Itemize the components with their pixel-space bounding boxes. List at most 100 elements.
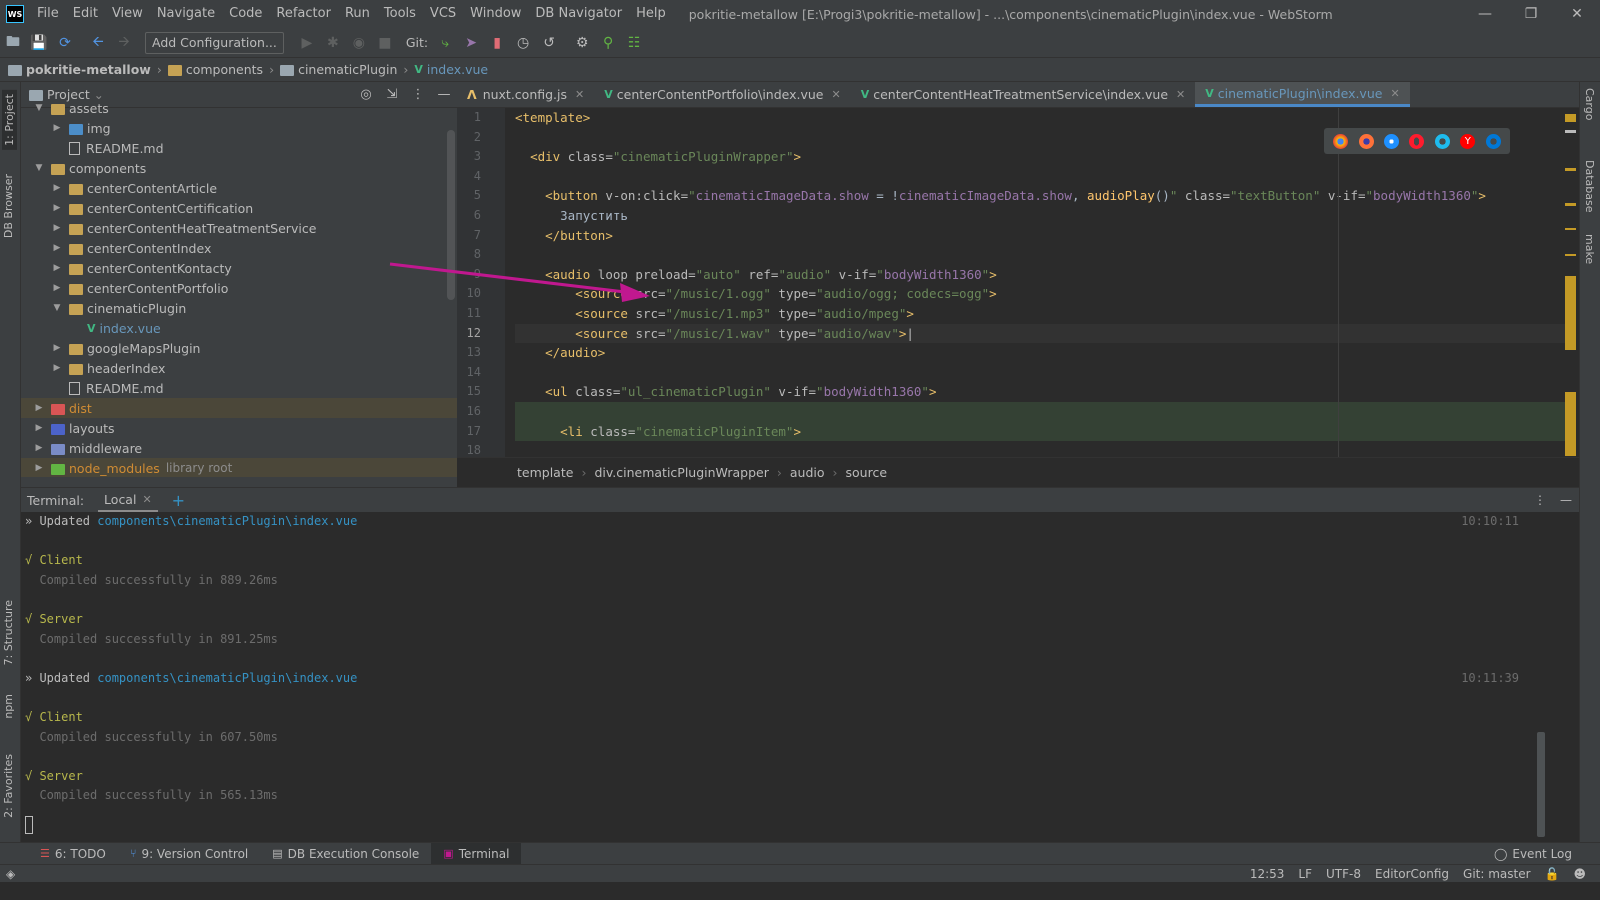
close-icon[interactable]: ✕ (142, 493, 151, 506)
bottom-tab-term[interactable]: ▣ Terminal (431, 842, 522, 865)
terminal-tab-local[interactable]: Local ✕ (98, 488, 158, 512)
tree-node[interactable]: README.md (21, 378, 457, 398)
tree-node[interactable]: README.md (21, 138, 457, 158)
line-number[interactable]: 11 (457, 304, 505, 324)
marker[interactable] (1565, 276, 1576, 350)
editor-tab[interactable]: VcenterContentPortfolio\index.vue ✕ (594, 82, 850, 107)
tool-tab-favorites[interactable]: 2: Favorites (2, 754, 15, 818)
editor-tab[interactable]: Λnuxt.config.js ✕ (457, 82, 594, 107)
terminal-file-link[interactable]: components\cinematicPlugin\index.vue (97, 671, 357, 685)
chevron-right-icon[interactable]: ▶ (51, 263, 63, 273)
chevron-right-icon[interactable]: ▶ (51, 343, 63, 353)
editor-tab[interactable]: VcenterContentHeatTreatmentService\index… (851, 82, 1196, 107)
chevron-right-icon[interactable]: ▶ (33, 403, 45, 413)
line-number[interactable]: 13 (457, 343, 505, 363)
chevron-right-icon[interactable]: ▶ (33, 463, 45, 473)
git-update-icon[interactable]: ⤷ (433, 31, 457, 55)
breadcrumb-project[interactable]: pokritie-metallow › (8, 62, 168, 77)
menu-item-window[interactable]: Window (463, 0, 528, 28)
tree-node[interactable]: Vindex.vue (21, 318, 457, 338)
tool-tab-structure[interactable]: 7: Structure (2, 600, 15, 665)
line-number[interactable]: 8 (457, 245, 505, 265)
menu-item-refactor[interactable]: Refactor (269, 0, 338, 28)
marker[interactable] (1565, 254, 1576, 256)
line-separator[interactable]: LF (1298, 867, 1312, 881)
tree-node[interactable]: ▼ assets (21, 98, 457, 118)
line-number[interactable]: 14 (457, 363, 505, 383)
chrome-icon[interactable] (1333, 133, 1349, 149)
breadcrumb-components[interactable]: components › (167, 62, 280, 77)
chevron-right-icon[interactable]: ▶ (51, 123, 63, 133)
close-icon[interactable]: ✕ (575, 88, 584, 101)
stop-icon[interactable]: ■ (373, 31, 397, 55)
bottom-tab-vcs[interactable]: ⑂ 9: Version Control (118, 843, 260, 865)
search-icon[interactable]: ⚲ (596, 31, 620, 55)
editor-tab[interactable]: VcinematicPlugin\index.vue ✕ (1195, 82, 1410, 107)
tool-tab-project[interactable]: 1: Project (2, 90, 17, 150)
line-number[interactable]: 12 (457, 324, 505, 344)
chevron-down-icon[interactable]: ▼ (33, 163, 45, 173)
terminal-output[interactable]: » Updated components\cinematicPlugin\ind… (21, 512, 1533, 859)
menu-item-tools[interactable]: Tools (377, 0, 423, 28)
tree-node[interactable]: ▶ centerContentIndex (21, 238, 457, 258)
tree-node[interactable]: ▶ centerContentArticle (21, 178, 457, 198)
tree-node[interactable]: ▶ img (21, 118, 457, 138)
line-number[interactable]: 3 (457, 147, 505, 167)
tree-node[interactable]: ▶ centerContentCertification (21, 198, 457, 218)
marker[interactable] (1565, 168, 1576, 171)
git-compare-icon[interactable]: ▮ (485, 31, 509, 55)
bottom-tab-todo[interactable]: ☰ 6: TODO (28, 843, 118, 865)
tree-node[interactable]: ▼ components (21, 158, 457, 178)
tree-node[interactable]: ▶ centerContentKontacty (21, 258, 457, 278)
terminal-scrollbar[interactable] (1537, 732, 1545, 837)
tool-tab-make[interactable]: make (1583, 234, 1596, 264)
tool-tab-database[interactable]: Database (1583, 160, 1596, 213)
menu-item-run[interactable]: Run (338, 0, 377, 28)
editor-crumb-audio[interactable]: audio › (790, 465, 846, 480)
editorconfig-status[interactable]: EditorConfig (1375, 867, 1449, 881)
yandex-icon[interactable]: Y (1460, 133, 1476, 149)
back-icon[interactable]: 🡨 (86, 31, 110, 55)
chevron-right-icon[interactable]: ▶ (51, 183, 63, 193)
tree-node[interactable]: ▶ layouts (21, 418, 457, 438)
line-number[interactable]: 16 (457, 402, 505, 422)
close-icon[interactable]: ✕ (1176, 88, 1185, 101)
menu-item-file[interactable]: File (30, 0, 66, 28)
git-rollback-icon[interactable]: ↺ (537, 31, 561, 55)
chevron-right-icon[interactable]: ▶ (51, 223, 63, 233)
chevron-right-icon[interactable]: ▶ (51, 243, 63, 253)
firefox-icon[interactable] (1358, 133, 1374, 149)
marker[interactable] (1565, 228, 1576, 230)
chevron-right-icon[interactable]: ▶ (51, 203, 63, 213)
tree-node[interactable]: ▶ googleMapsPlugin (21, 338, 457, 358)
editor-crumb-source[interactable]: source (846, 465, 888, 480)
minimize-icon[interactable]: — (1462, 0, 1508, 28)
open-folder-icon[interactable]: 🖿 (1, 31, 25, 55)
opera-icon[interactable] (1409, 133, 1425, 149)
editor-crumb-template[interactable]: template › (517, 465, 594, 480)
chevron-right-icon[interactable]: ▶ (51, 283, 63, 293)
new-terminal-icon[interactable]: + (172, 491, 185, 510)
tree-node[interactable]: ▼ cinematicPlugin (21, 298, 457, 318)
menu-item-edit[interactable]: Edit (66, 0, 105, 28)
layers-icon[interactable]: ◈ (6, 867, 15, 881)
menu-item-help[interactable]: Help (629, 0, 673, 28)
tree-node[interactable]: ▶ headerIndex (21, 358, 457, 378)
tree-node[interactable]: ▶ centerContentPortfolio (21, 278, 457, 298)
marker[interactable] (1565, 130, 1576, 133)
chevron-right-icon[interactable]: ▶ (51, 363, 63, 373)
menu-item-view[interactable]: View (105, 0, 150, 28)
forward-icon[interactable]: 🡪 (112, 31, 136, 55)
code-area[interactable]: <template> <div class="cinematicPluginWr… (515, 108, 1575, 458)
caret-position[interactable]: 12:53 (1250, 867, 1285, 881)
event-log-button[interactable]: ◯ Event Log (1494, 847, 1572, 861)
line-number[interactable]: 15 (457, 382, 505, 402)
menu-item-db-navigator[interactable]: DB Navigator (528, 0, 629, 28)
tree-node[interactable]: ▶ node_modules library root (21, 458, 457, 477)
chevron-down-icon[interactable]: ▼ (51, 303, 63, 313)
line-number[interactable]: 2 (457, 128, 505, 148)
git-history-icon[interactable]: ◷ (511, 31, 535, 55)
tree-node[interactable]: ▶ dist (21, 398, 457, 418)
terminal-file-link[interactable]: components\cinematicPlugin\index.vue (97, 514, 357, 528)
plugin-icon[interactable]: ☷ (622, 31, 646, 55)
